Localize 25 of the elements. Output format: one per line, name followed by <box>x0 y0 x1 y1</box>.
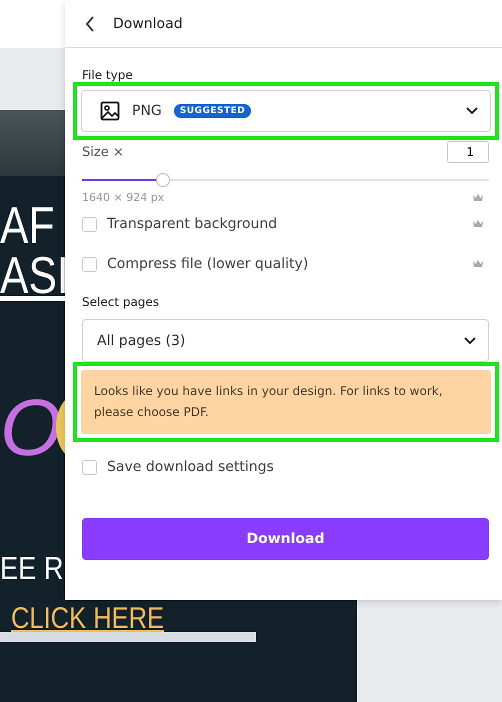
notice-text: Looks like you have links in your design. For links to work, please choose PDF. <box>94 384 443 419</box>
crown-icon <box>472 192 484 202</box>
checkbox[interactable] <box>82 256 97 272</box>
field-label: File type <box>82 68 134 82</box>
size-label: Size × <box>82 144 124 160</box>
option-label: Save download settings <box>107 459 274 475</box>
back-icon[interactable] <box>85 14 95 32</box>
field-label: Select pages <box>82 295 160 309</box>
checkbox[interactable] <box>82 216 97 232</box>
size-input[interactable]: 1 <box>447 141 489 163</box>
panel-title: Download <box>113 16 183 32</box>
file-type-select[interactable]: PNG SUGGESTED <box>81 90 491 132</box>
download-button[interactable]: Download <box>82 518 489 560</box>
dimensions-text: 1640 × 924 px <box>82 191 164 204</box>
option-label: Transparent background <box>107 216 278 232</box>
pages-select[interactable]: All pages (3) <box>82 319 489 362</box>
image-icon <box>100 101 120 121</box>
design-text: EE R <box>0 552 64 584</box>
design-heading: ASI <box>0 250 69 302</box>
chevron-down-icon <box>464 336 476 344</box>
design-heading: AF <box>0 200 54 252</box>
checkbox[interactable] <box>82 460 97 474</box>
chevron-down-icon <box>466 107 478 115</box>
suggested-badge: SUGGESTED <box>174 104 252 118</box>
option-label: Compress file (lower quality) <box>107 256 308 272</box>
